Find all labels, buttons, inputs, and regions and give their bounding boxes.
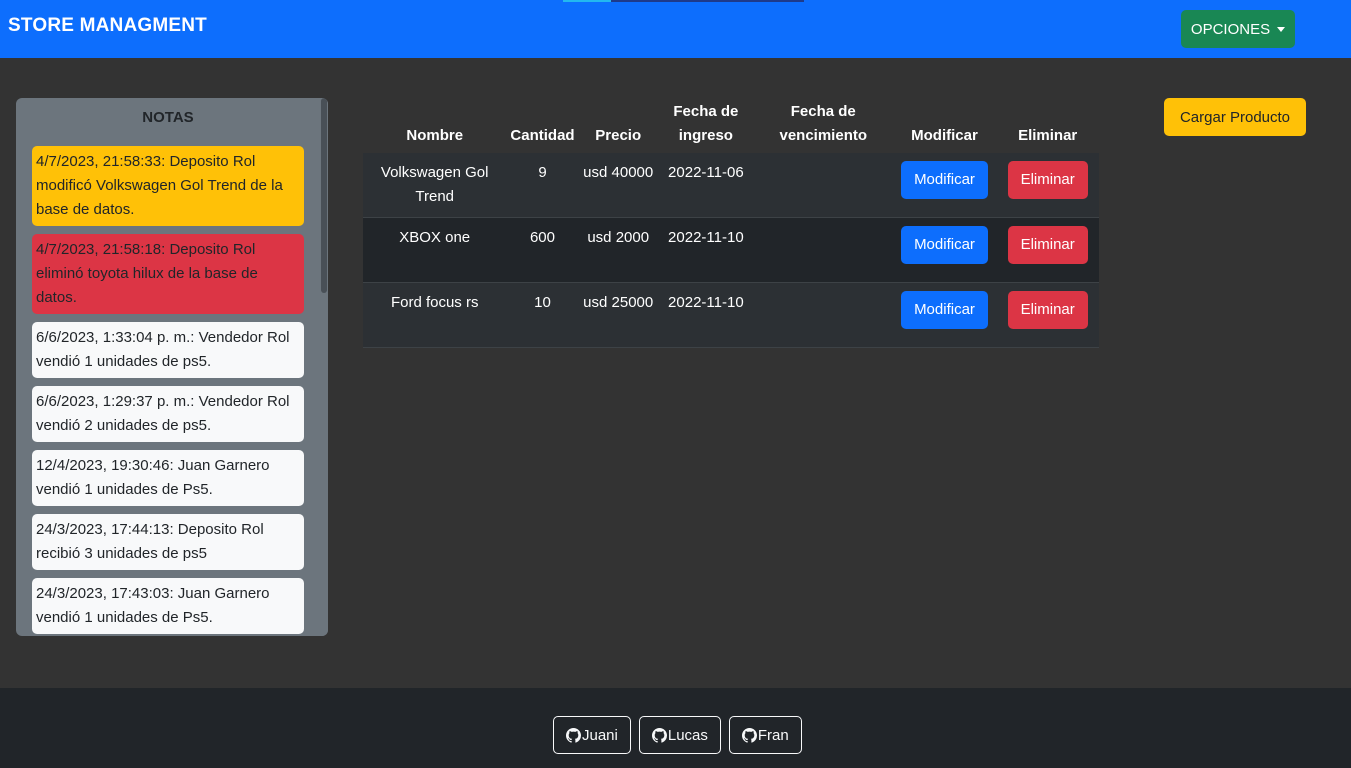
- brand-title[interactable]: STORE MANAGMENT: [8, 15, 207, 37]
- note-item: 4/7/2023, 21:58:33: Deposito Rol modific…: [32, 146, 304, 226]
- options-dropdown-button[interactable]: OPCIONES: [1181, 10, 1295, 48]
- notes-panel: NOTAS 4/7/2023, 21:58:33: Deposito Rol m…: [16, 98, 328, 636]
- cell-fecha-vencimiento: [754, 283, 893, 348]
- modify-button[interactable]: Modificar: [901, 291, 988, 329]
- note-item: 12/4/2023, 19:30:46: Juan Garnero vendió…: [32, 450, 304, 506]
- products-table: Nombre Cantidad Precio Fecha de ingreso …: [363, 98, 1099, 348]
- cell-modificar: Modificar: [893, 283, 997, 348]
- top-strip: [563, 0, 804, 2]
- cell-precio: usd 2000: [587, 229, 650, 246]
- cell-cantidad: 10: [534, 294, 551, 311]
- modify-button[interactable]: Modificar: [901, 226, 988, 264]
- cell-eliminar: Eliminar: [996, 218, 1099, 283]
- github-link-fran[interactable]: Fran: [728, 716, 802, 754]
- table-row: Ford focus rs 10 usd 25000 2022-11-10 Mo…: [363, 282, 1099, 348]
- github-icon: [651, 727, 667, 743]
- github-icon: [741, 727, 757, 743]
- table-header-row: Nombre Cantidad Precio Fecha de ingreso …: [363, 98, 1099, 153]
- footer: Juani Lucas Fran: [0, 688, 1351, 768]
- cell-modificar: Modificar: [893, 218, 997, 283]
- delete-button[interactable]: Eliminar: [1007, 161, 1088, 199]
- github-link-juani[interactable]: Juani: [553, 716, 631, 754]
- modify-button[interactable]: Modificar: [901, 161, 988, 199]
- notes-scrollbar[interactable]: [320, 98, 328, 636]
- products-table-container: Nombre Cantidad Precio Fecha de ingreso …: [363, 98, 1099, 348]
- options-label: OPCIONES: [1190, 20, 1271, 38]
- github-link-lucas[interactable]: Lucas: [638, 716, 721, 754]
- github-link-label: Lucas: [667, 726, 708, 744]
- cell-precio: usd 40000: [583, 164, 654, 181]
- cell-nombre: XBOX one: [399, 229, 471, 246]
- delete-button[interactable]: Eliminar: [1007, 291, 1088, 329]
- cell-modificar: Modificar: [893, 153, 997, 218]
- header-nombre: Nombre: [406, 127, 464, 144]
- note-item: 6/6/2023, 1:33:04 p. m.: Vendedor Rol ve…: [32, 322, 304, 378]
- table-row: XBOX one 600 usd 2000 2022-11-10 Modific…: [363, 217, 1099, 283]
- caret-down-icon: [1277, 27, 1286, 32]
- cell-eliminar: Eliminar: [996, 283, 1099, 348]
- cell-eliminar: Eliminar: [996, 153, 1099, 218]
- cell-fecha-ingreso: 2022-11-06: [668, 164, 744, 181]
- github-link-label: Fran: [757, 726, 789, 744]
- header-cantidad: Cantidad: [510, 127, 575, 144]
- cell-fecha-ingreso: 2022-11-10: [668, 229, 744, 246]
- header-precio: Precio: [595, 127, 642, 144]
- cell-nombre: Volkswagen Gol Trend: [380, 164, 489, 205]
- cell-fecha-vencimiento: [754, 218, 893, 283]
- note-item: 24/3/2023, 17:44:13: Deposito Rol recibi…: [32, 514, 304, 570]
- delete-button[interactable]: Eliminar: [1007, 226, 1088, 264]
- notes-title: NOTAS: [142, 109, 194, 126]
- header-modificar: Modificar: [911, 127, 978, 144]
- github-icon: [566, 727, 581, 743]
- load-product-button[interactable]: Cargar Producto: [1164, 98, 1306, 136]
- note-item: 6/6/2023, 1:29:37 p. m.: Vendedor Rol ve…: [32, 386, 304, 442]
- header-fecha-vencimiento: Fecha de vencimiento: [779, 103, 868, 144]
- header-eliminar: Eliminar: [1018, 127, 1078, 144]
- cell-precio: usd 25000: [583, 294, 654, 311]
- cell-fecha-vencimiento: [754, 153, 893, 218]
- header-fecha-ingreso: Fecha de ingreso: [673, 103, 739, 144]
- navbar: STORE MANAGMENT OPCIONES: [0, 0, 1351, 58]
- table-row: Volkswagen Gol Trend 9 usd 40000 2022-11…: [363, 153, 1099, 218]
- footer-links: Juani Lucas Fran: [553, 716, 802, 754]
- notes-scrollbar-thumb[interactable]: [321, 98, 327, 293]
- github-link-label: Juani: [582, 726, 618, 744]
- cell-cantidad: 9: [538, 164, 547, 181]
- cell-nombre: Ford focus rs: [390, 294, 479, 311]
- cell-fecha-ingreso: 2022-11-10: [668, 294, 744, 311]
- cell-cantidad: 600: [529, 229, 555, 246]
- note-item: 4/7/2023, 21:58:18: Deposito Rol eliminó…: [32, 234, 304, 314]
- note-item: 24/3/2023, 17:43:03: Juan Garnero vendió…: [32, 578, 304, 634]
